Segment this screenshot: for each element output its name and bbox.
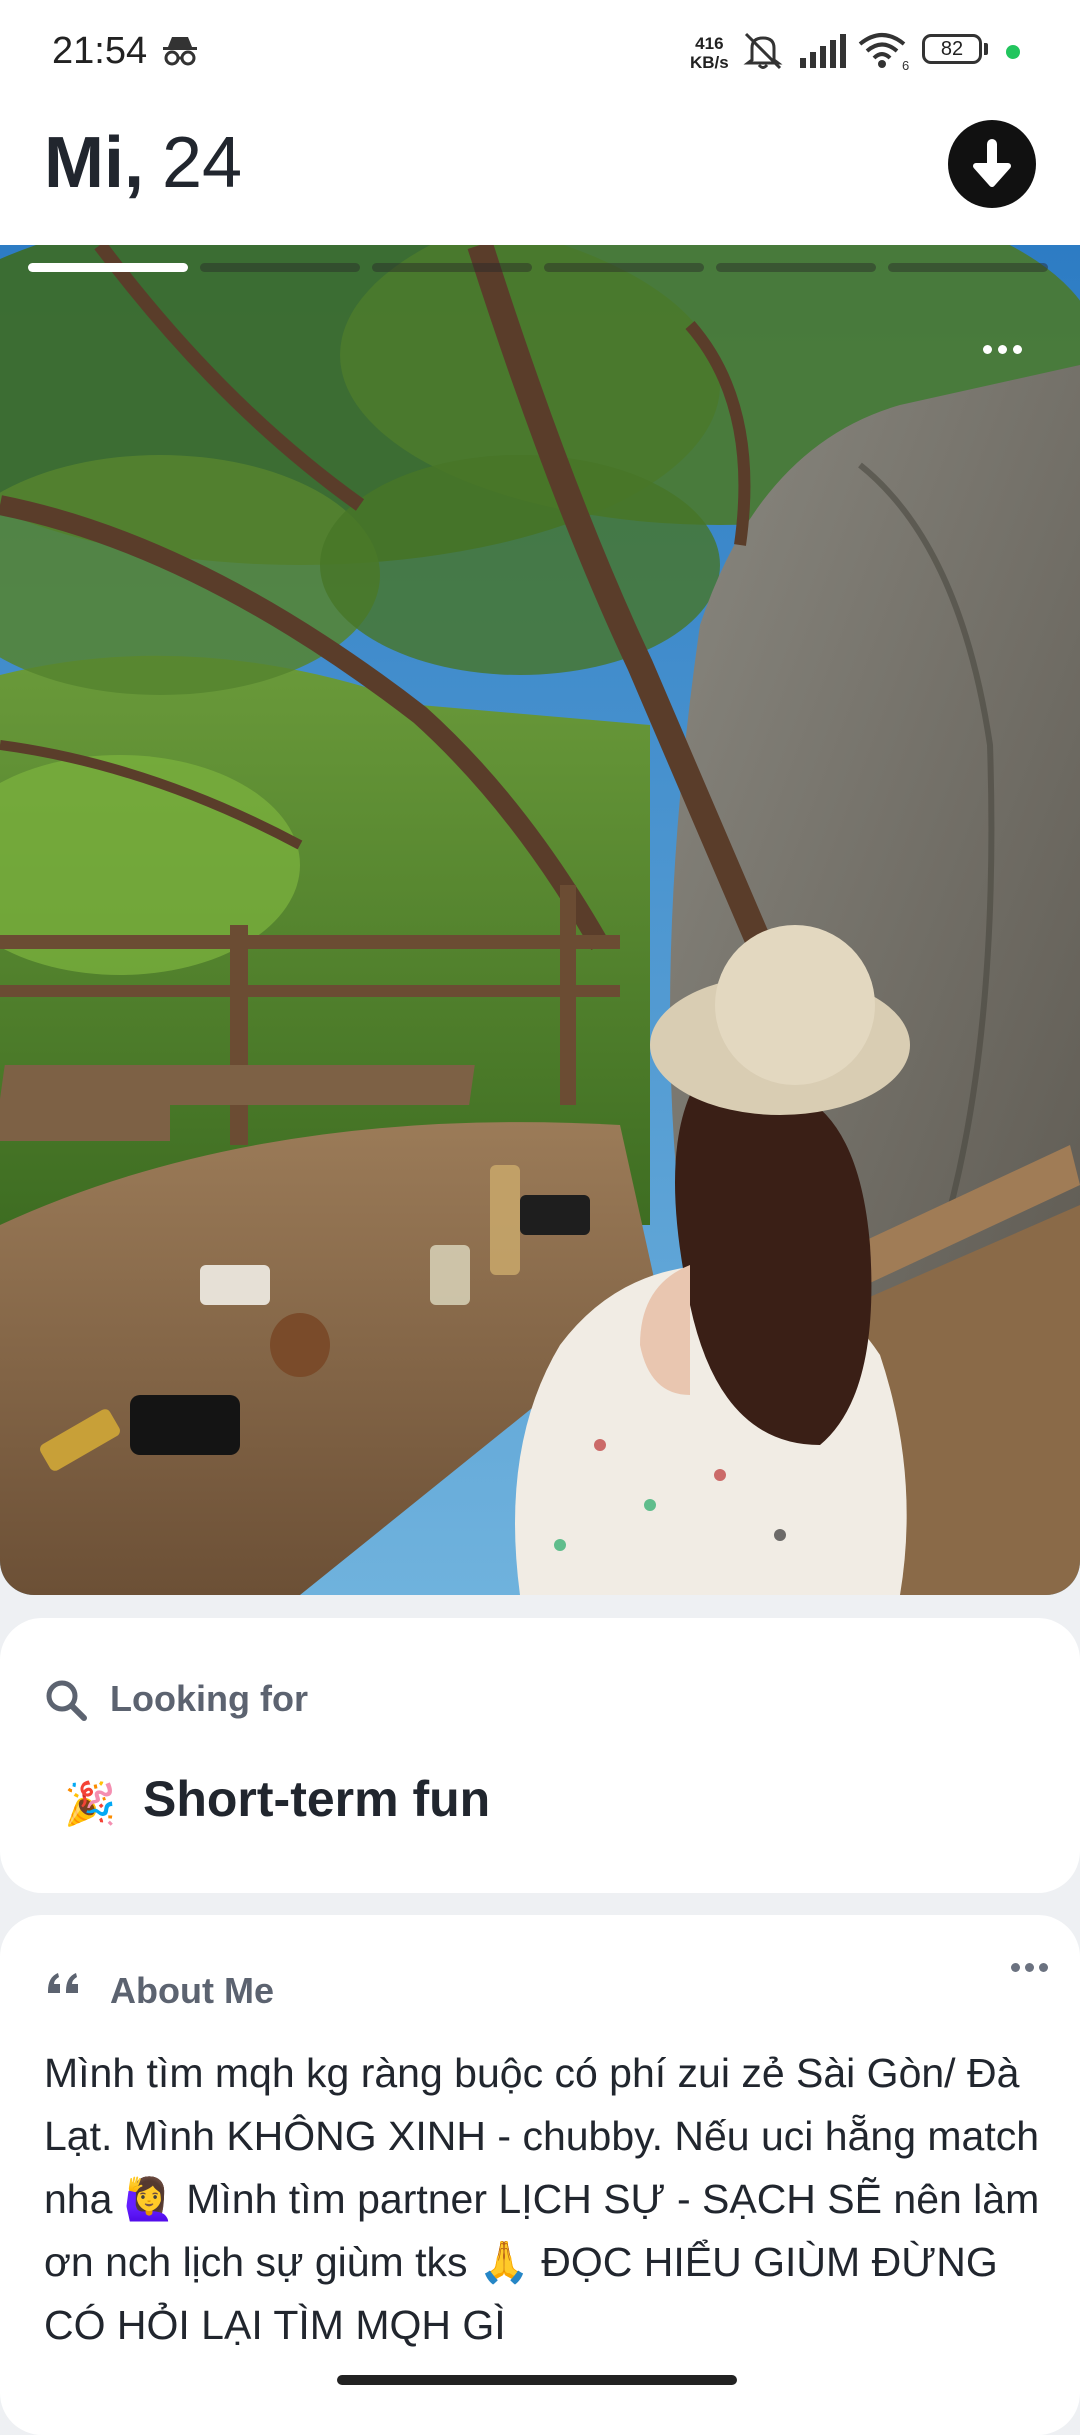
battery-indicator: 82 [922, 34, 982, 64]
photo-progress-segment[interactable] [544, 263, 704, 272]
about-me-text: Mình tìm mqh kg ràng buộc có phí zui zẻ … [44, 2050, 1040, 2348]
status-time: 21:54 [52, 30, 148, 72]
about-me-card: About Me Mình tìm mqh kg ràng buộc có ph… [0, 1915, 1080, 2435]
photo-progress-segment[interactable] [888, 263, 1048, 272]
profile-photo-image [0, 245, 1080, 1595]
search-icon [46, 1680, 87, 1721]
collapse-profile-button[interactable] [948, 120, 1036, 208]
photo-progress [28, 263, 1048, 272]
home-indicator[interactable] [337, 2375, 737, 2385]
photo-progress-segment[interactable] [372, 263, 532, 272]
profile-name-age: Mi, 24 [44, 118, 242, 208]
wifi-icon: 6 [858, 33, 909, 70]
arrow-down-icon [973, 139, 1011, 187]
notifications-off-icon [743, 32, 783, 70]
battery-level: 82 [940, 38, 964, 60]
quote-icon [48, 1973, 78, 1993]
profile-name: Mi, [44, 123, 144, 203]
party-icon: 🎉 [64, 1780, 117, 1827]
photo-progress-segment[interactable] [716, 263, 876, 272]
looking-for-card: Looking for 🎉 Short-term fun [0, 1618, 1080, 1893]
incognito-icon [163, 37, 197, 66]
profile-photo[interactable] [0, 245, 1080, 1595]
status-bar: 21:54 416 KB/s 6 82 [0, 0, 1080, 100]
more-dot [1013, 345, 1022, 354]
looking-for-value: Short-term fun [143, 1771, 491, 1827]
profile-header: Mi, 24 [0, 100, 1080, 245]
signal-icon [800, 34, 846, 68]
about-me-label: About Me [110, 1970, 274, 2011]
wifi-badge: 6 [902, 58, 909, 70]
photo-progress-segment[interactable] [200, 263, 360, 272]
looking-for-label: Looking for [110, 1678, 308, 1719]
photo-progress-segment[interactable] [28, 263, 188, 272]
battery-tip [984, 43, 988, 55]
more-dot [1039, 1963, 1048, 1972]
photo-more-options[interactable] [983, 345, 1022, 354]
more-dot [1011, 1963, 1020, 1972]
network-speed: 416 KB/s [690, 34, 729, 72]
more-dot [1025, 1963, 1034, 1972]
privacy-indicator-dot [1006, 45, 1020, 59]
profile-age: 24 [161, 123, 243, 203]
network-speed-value: 416 [695, 34, 724, 53]
network-speed-unit: KB/s [690, 53, 729, 72]
more-dot [998, 345, 1007, 354]
more-dot [983, 345, 992, 354]
about-more-options[interactable] [1011, 1963, 1048, 1972]
